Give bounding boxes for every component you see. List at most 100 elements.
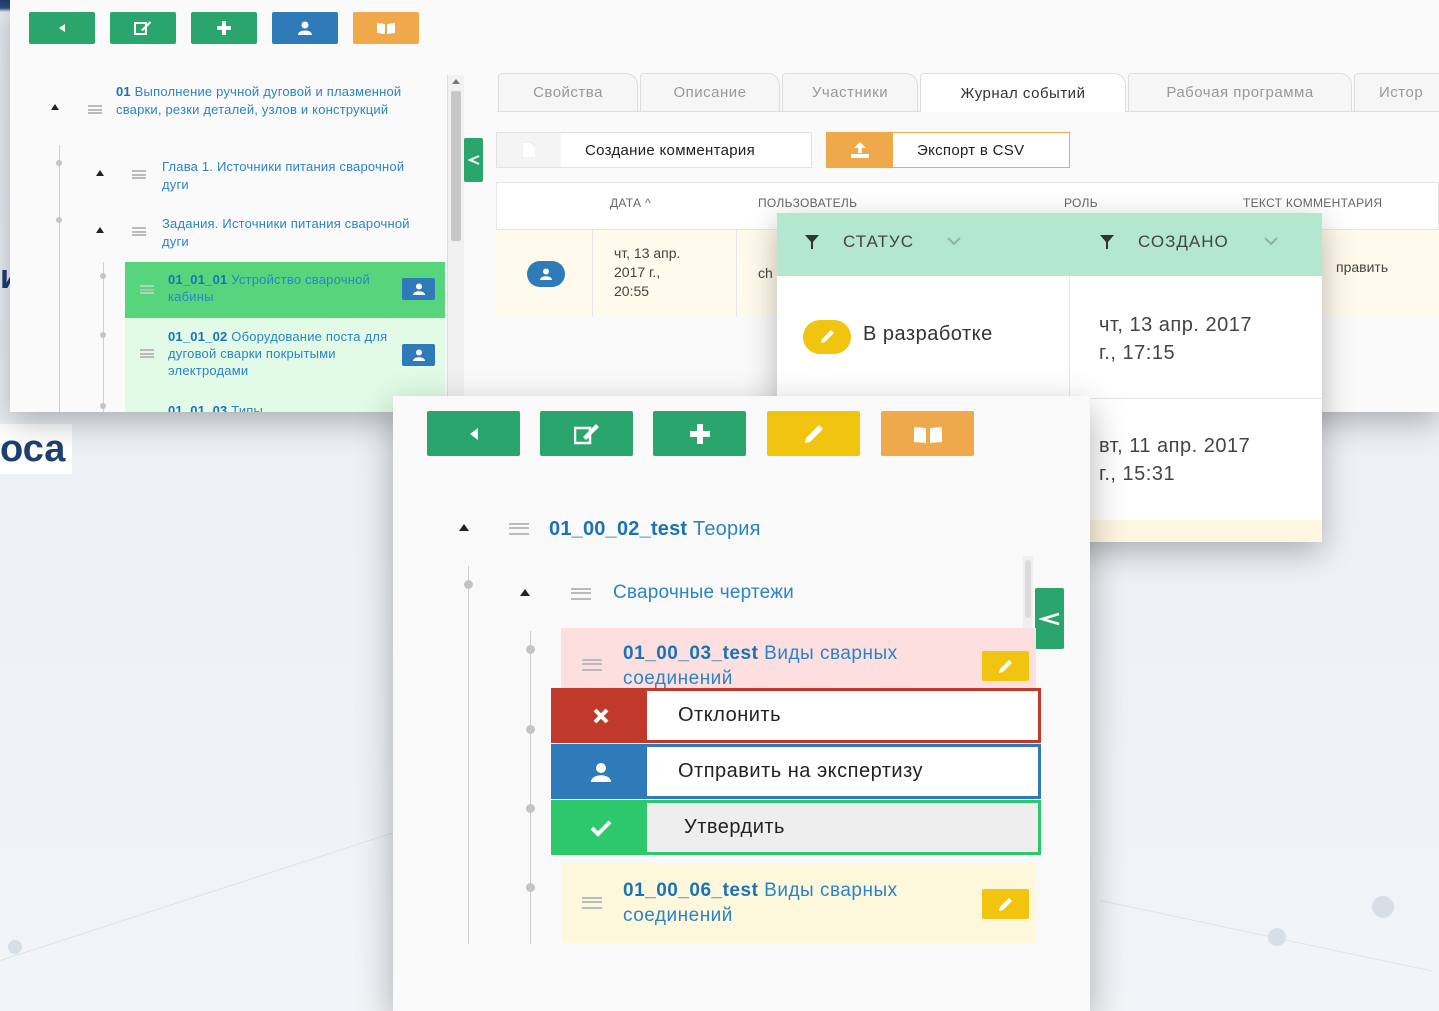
pencil-icon [821,330,834,343]
pencil-square-icon [573,423,599,444]
close-icon [593,708,608,723]
user-button[interactable] [272,12,338,44]
scrollbar-thumb[interactable] [1025,560,1031,618]
chevron-down-icon[interactable] [947,236,961,246]
collapse-triangle-icon[interactable] [459,524,469,531]
add-button[interactable] [653,411,746,456]
pencil-button[interactable] [982,889,1029,919]
send-icon-box [554,747,647,796]
drag-handle-icon[interactable] [140,285,154,294]
background-text: оса [0,424,72,474]
tree-dot [526,725,535,734]
approve-icon-box [554,803,647,852]
row-date: чт, 13 апр. 2017 г., 20:55 [614,245,681,299]
approve-button[interactable]: Утвердить [551,800,1041,855]
column-header-comment[interactable]: ТЕКСТ КОММЕНТАРИЯ [1243,196,1382,210]
reject-label: Отклонить [678,704,782,726]
tree-item-label: 01_01_02 Оборудование поста для дуговой … [168,329,388,378]
tree-item-root[interactable]: 01_00_02_test Теория [549,516,761,542]
book-button[interactable] [881,411,974,456]
column-header-role[interactable]: РОЛЬ [1064,196,1098,210]
collapse-triangle-icon[interactable] [96,227,104,233]
edit-button[interactable] [110,12,176,44]
scroll-up-icon[interactable] [452,79,460,84]
export-csv-button[interactable]: Экспорт в CSV [826,132,1070,168]
export-csv-label: Экспорт в CSV [917,142,1025,159]
send-expertise-button[interactable]: Отправить на экспертизу [551,744,1041,799]
edit-button[interactable] [540,411,633,456]
user-button[interactable] [402,278,435,300]
tab-history[interactable]: Истор [1354,73,1439,111]
column-header-date[interactable]: ДАТА ^ [610,196,651,210]
tree-item-rejected[interactable]: 01_00_03_test Виды сварных соединений [561,628,1036,689]
column-header-user[interactable]: ПОЛЬЗОВАТЕЛЬ [758,196,857,210]
tree-item-label: 01_00_03_test Виды сварных соединений [623,643,898,689]
tree-item-tasks[interactable]: Задания. Источники питания сварочной дуг… [162,215,412,251]
tree-item[interactable]: 01_00_06_test Виды сварных соединений [561,863,1036,943]
background-dot [1268,928,1286,946]
reject-icon-box [554,691,647,740]
drag-handle-icon[interactable] [132,170,146,179]
drag-handle-icon[interactable] [582,897,602,909]
reject-button[interactable]: Отклонить [551,688,1041,743]
tree-item-selected[interactable]: 01_01_01 Устройство сварочной кабины [125,262,445,318]
drag-handle-icon[interactable] [132,227,146,236]
tab-participants[interactable]: Участники [782,73,918,111]
drag-handle-icon[interactable] [88,105,102,114]
collapse-triangle-icon[interactable] [520,589,530,596]
comment-icon-box [497,133,561,167]
tab-properties[interactable]: Свойства [498,73,638,111]
pencil-button[interactable] [982,651,1029,681]
pencil-button[interactable] [767,411,860,456]
row-user: ch [758,265,773,281]
scrollbar-thumb[interactable] [451,91,461,241]
tree-dot [56,217,62,223]
background-dot [8,940,22,954]
drag-handle-icon[interactable] [509,523,529,535]
cell-divider [592,230,593,317]
column-header-status[interactable]: СТАТУС [843,232,914,252]
tree-item-section[interactable]: Сварочные чертежи [613,580,794,606]
tree-scrollbar[interactable] [447,75,464,412]
pencil-icon [998,898,1012,911]
drag-handle-icon[interactable] [571,588,591,600]
tab-event-log[interactable]: Журнал событий [920,73,1126,112]
tree-item-chapter[interactable]: Глава 1. Источники питания сварочной дуг… [162,158,412,194]
tree-dot [464,580,473,589]
plus-icon [689,423,710,444]
filter-icon[interactable] [1100,235,1114,249]
back-button[interactable] [29,12,95,44]
book-button[interactable] [353,12,419,44]
column-header-created[interactable]: СОЗДАНО [1138,232,1229,252]
tree-dot [100,403,106,409]
drag-handle-icon[interactable] [140,349,154,358]
background-line [0,830,400,961]
approve-label: Утвердить [684,816,785,838]
user-icon [540,268,552,280]
collapse-panel-button[interactable] [464,138,483,182]
tree-item-root[interactable]: 01 Выполнение ручной дуговой и плазменно… [116,83,416,119]
chevron-down-icon[interactable] [1264,236,1278,246]
cell-divider [736,230,737,317]
collapse-triangle-icon[interactable] [51,104,59,110]
status-popup-header: СТАТУС СОЗДАНО [777,213,1322,276]
pencil-icon [998,660,1012,673]
collapse-triangle-icon[interactable] [96,170,104,176]
background-dot [1372,896,1394,918]
create-comment-button[interactable]: Создание комментария [496,132,812,168]
tab-description[interactable]: Описание [640,73,780,111]
tab-work-program[interactable]: Рабочая программа [1128,73,1352,111]
filter-icon[interactable] [805,235,819,249]
tree-line [530,631,531,944]
caret-left-icon [469,427,478,440]
tree-item-label: 01_01_03 Типы [168,403,264,412]
back-button[interactable] [427,411,520,456]
user-button[interactable] [402,344,435,366]
status-text: В разработке [863,323,993,345]
book-icon [377,23,395,34]
collapse-panel-button[interactable] [1035,588,1064,649]
drag-handle-icon[interactable] [582,659,602,671]
tree-dot [100,332,106,338]
add-button[interactable] [191,12,257,44]
tree-item[interactable]: 01_01_02 Оборудование поста для дуговой … [125,318,445,386]
